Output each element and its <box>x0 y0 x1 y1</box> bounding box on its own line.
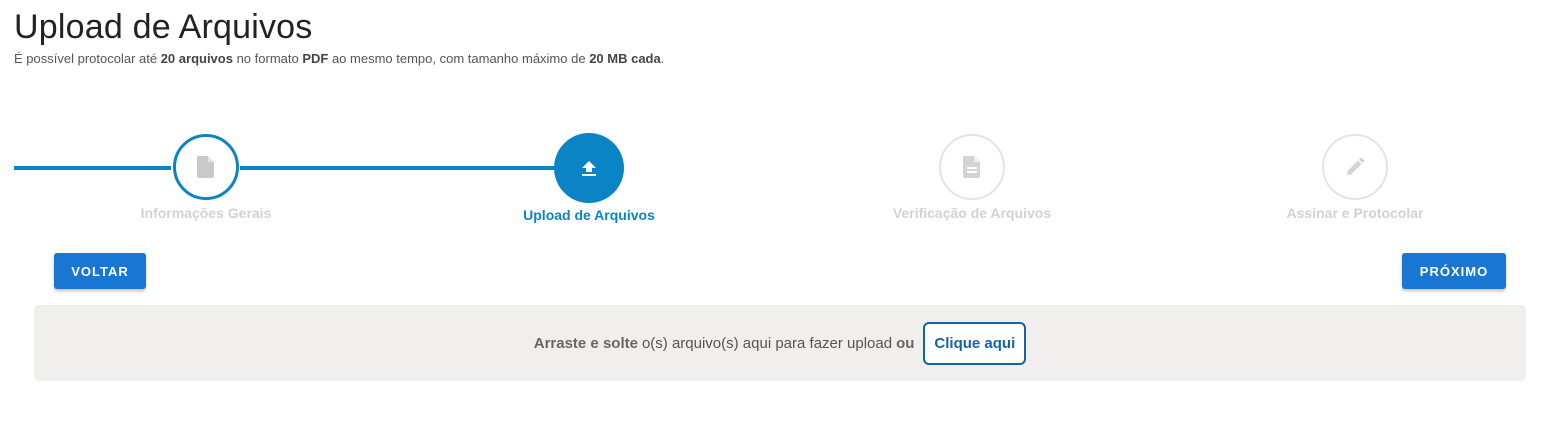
file-dropzone[interactable]: Arraste e solte o(s) arquivo(s) aqui par… <box>34 305 1526 381</box>
back-button[interactable]: VOLTAR <box>54 253 146 289</box>
dropzone-or-text: ou <box>896 334 915 352</box>
subtitle-max-files: 20 arquivos <box>160 51 233 66</box>
subtitle-text: no formato <box>232 51 303 66</box>
step-label: Upload de Arquivos <box>523 207 655 223</box>
dropzone-bold-text: Arraste e solte <box>533 334 638 352</box>
dropzone-text: o(s) arquivo(s) aqui para fazer upload <box>641 334 893 352</box>
step-verificacao-de-arquivos[interactable]: Verificação de Arquivos <box>842 130 1102 221</box>
step-circle <box>173 134 239 200</box>
step-label: Verificação de Arquivos <box>892 205 1052 221</box>
subtitle-format: PDF <box>302 51 329 66</box>
next-button[interactable]: PRÓXIMO <box>1402 253 1506 289</box>
click-here-button[interactable]: Clique aqui <box>923 321 1027 365</box>
step-informacoes-gerais[interactable]: Informações Gerais <box>76 130 336 221</box>
document-lines-icon <box>962 155 982 179</box>
step-label: Assinar e Protocolar <box>1286 205 1424 221</box>
step-upload-de-arquivos[interactable]: Upload de Arquivos <box>459 130 719 223</box>
subtitle-text: É possível protocolar até <box>14 51 161 66</box>
stepper: Informações Gerais Upload de Arquivos Ve… <box>0 130 1558 230</box>
step-label: Informações Gerais <box>140 205 272 221</box>
document-icon <box>196 155 216 179</box>
subtitle-text: ao mesmo tempo, com tamanho máximo de <box>328 51 590 66</box>
step-circle <box>554 133 624 203</box>
pencil-icon <box>1345 157 1365 177</box>
subtitle-text: . <box>660 51 665 66</box>
page-subtitle: É possível protocolar até 20 arquivos no… <box>14 51 664 66</box>
step-circle <box>939 134 1005 200</box>
upload-icon <box>580 159 598 177</box>
subtitle-max-size: 20 MB cada <box>589 51 661 66</box>
step-assinar-e-protocolar[interactable]: Assinar e Protocolar <box>1225 130 1485 221</box>
step-circle <box>1322 134 1388 200</box>
page-title: Upload de Arquivos <box>14 8 313 46</box>
